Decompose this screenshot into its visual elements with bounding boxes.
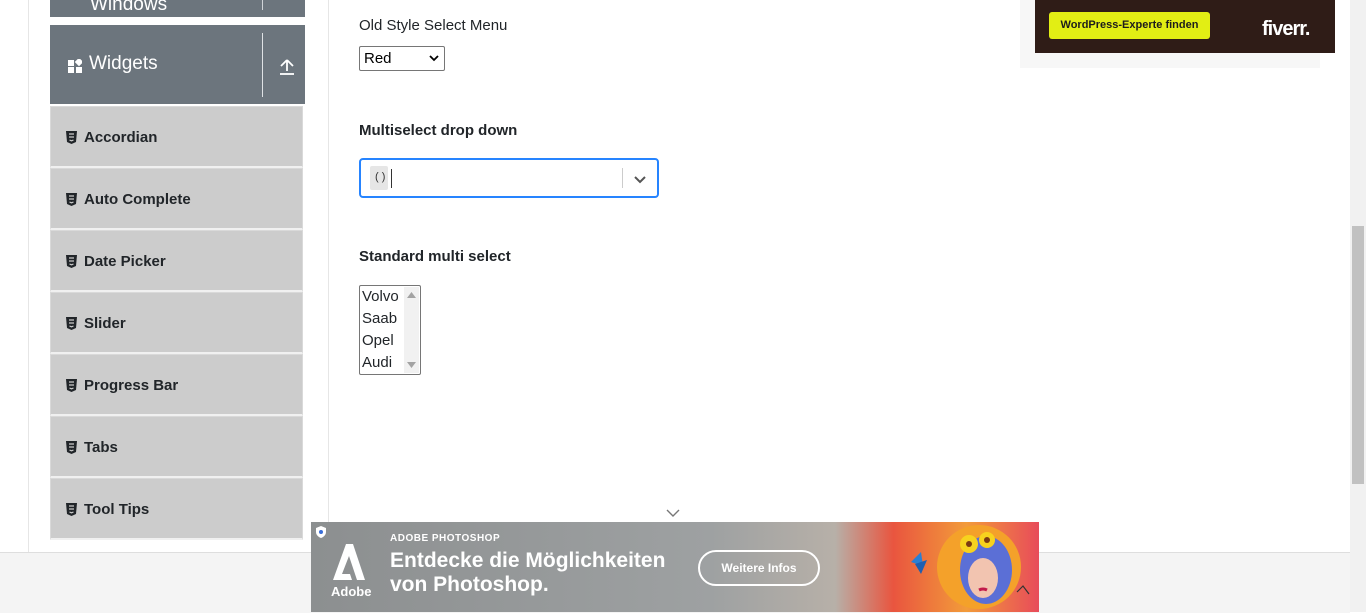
old-select-value: Red bbox=[364, 50, 392, 67]
html5-shield-icon bbox=[66, 255, 77, 268]
standard-multi-select[interactable]: Volvo Saab Opel Audi bbox=[359, 285, 421, 375]
html5-shield-icon bbox=[66, 503, 77, 516]
ad-eyebrow: ADOBE PHOTOSHOP bbox=[390, 533, 501, 544]
sidebar-item-label: Slider bbox=[84, 315, 126, 332]
group-divider bbox=[262, 0, 263, 10]
fiverr-logo: fiverr. bbox=[1262, 18, 1310, 40]
sidebar-item-accordian[interactable]: Accordian bbox=[50, 106, 303, 168]
upload-arrow-icon[interactable] bbox=[277, 57, 297, 77]
top-ad-frame: WordPress-Experte finden fiverr. bbox=[1020, 0, 1335, 68]
page-gutter bbox=[0, 0, 29, 552]
html5-shield-icon bbox=[66, 131, 77, 144]
sidebar-item-date-picker[interactable]: Date Picker bbox=[50, 230, 303, 292]
html5-shield-icon bbox=[66, 193, 77, 206]
scroll-down-icon[interactable] bbox=[407, 362, 416, 368]
sidebar-item-label: Tool Tips bbox=[84, 501, 150, 518]
fiverr-ad-banner[interactable]: WordPress-Experte finden fiverr. bbox=[1035, 0, 1335, 53]
chevron-down-icon[interactable] bbox=[631, 170, 649, 188]
sidebar-group-widgets[interactable]: Widgets bbox=[50, 25, 305, 104]
chip-text: ( ) bbox=[375, 171, 386, 183]
fiverr-cta-button[interactable]: WordPress-Experte finden bbox=[1049, 12, 1210, 39]
sidebar-group-label: Widgets bbox=[89, 53, 158, 74]
adobe-ad-banner[interactable]: Adobe ADOBE PHOTOSHOP Entdecke die Mögli… bbox=[311, 522, 1039, 612]
scrollbar-thumb[interactable] bbox=[1352, 226, 1364, 484]
sidebar: Windows Widgets Accordian Auto Complete … bbox=[50, 0, 305, 552]
sidebar-item-auto-complete[interactable]: Auto Complete bbox=[50, 168, 303, 230]
sidebar-group-windows[interactable]: Windows bbox=[50, 0, 305, 17]
sidebar-item-progress-bar[interactable]: Progress Bar bbox=[50, 354, 303, 416]
sidebar-item-label: Accordian bbox=[84, 129, 158, 146]
old-style-select[interactable]: Red bbox=[359, 46, 445, 71]
html5-shield-icon bbox=[66, 379, 77, 392]
old-select-label: Old Style Select Menu bbox=[359, 17, 508, 34]
sidebar-item-tool-tips[interactable]: Tool Tips bbox=[50, 478, 303, 540]
sidebar-item-slider[interactable]: Slider bbox=[50, 292, 303, 354]
page-scrollbar[interactable] bbox=[1350, 0, 1366, 612]
standard-multi-label: Standard multi select bbox=[359, 248, 511, 265]
adobe-logo-text: Adobe bbox=[331, 584, 372, 599]
select-scrollbar[interactable] bbox=[404, 287, 419, 373]
sidebar-item-tabs[interactable]: Tabs bbox=[50, 416, 303, 478]
adobe-logo: Adobe bbox=[329, 540, 372, 600]
indicator-separator bbox=[622, 168, 623, 188]
text-caret bbox=[391, 169, 392, 188]
ad-more-info-button[interactable]: Weitere Infos bbox=[698, 550, 820, 586]
adobe-a-icon bbox=[333, 544, 365, 580]
ad-headline-line2: von Photoshop. bbox=[390, 573, 549, 596]
content-divider bbox=[328, 0, 329, 552]
sidebar-item-label: Tabs bbox=[84, 439, 118, 456]
chevron-down-icon bbox=[429, 55, 439, 62]
html5-shield-icon bbox=[66, 317, 77, 330]
scroll-up-icon[interactable] bbox=[407, 292, 416, 298]
option-saab[interactable]: Saab bbox=[362, 310, 397, 327]
ad-headline: Entdecke die Möglichkeiten von Photoshop… bbox=[390, 549, 690, 597]
option-opel[interactable]: Opel bbox=[362, 332, 394, 349]
chevron-down-icon[interactable] bbox=[666, 508, 680, 518]
selected-chip[interactable]: ( ) bbox=[370, 166, 388, 190]
sidebar-item-label: Date Picker bbox=[84, 253, 166, 270]
sidebar-item-label: Auto Complete bbox=[84, 191, 191, 208]
multiselect-label: Multiselect drop down bbox=[359, 122, 518, 139]
html5-shield-icon bbox=[66, 441, 77, 454]
option-audi[interactable]: Audi bbox=[362, 354, 392, 371]
option-volvo[interactable]: Volvo bbox=[362, 288, 399, 305]
ad-headline-line1: Entdecke die Möglichkeiten bbox=[390, 549, 666, 572]
sidebar-menu-list: Accordian Auto Complete Date Picker Slid… bbox=[50, 106, 305, 540]
group-divider bbox=[262, 33, 263, 97]
sidebar-group-label: Windows bbox=[90, 0, 168, 15]
sidebar-item-label: Progress Bar bbox=[84, 377, 179, 394]
multiselect-dropdown[interactable]: ( ) bbox=[359, 158, 659, 198]
ad-artwork-image bbox=[911, 525, 1030, 609]
adchoices-icon[interactable] bbox=[314, 525, 328, 539]
widgets-grid-icon bbox=[68, 59, 82, 73]
